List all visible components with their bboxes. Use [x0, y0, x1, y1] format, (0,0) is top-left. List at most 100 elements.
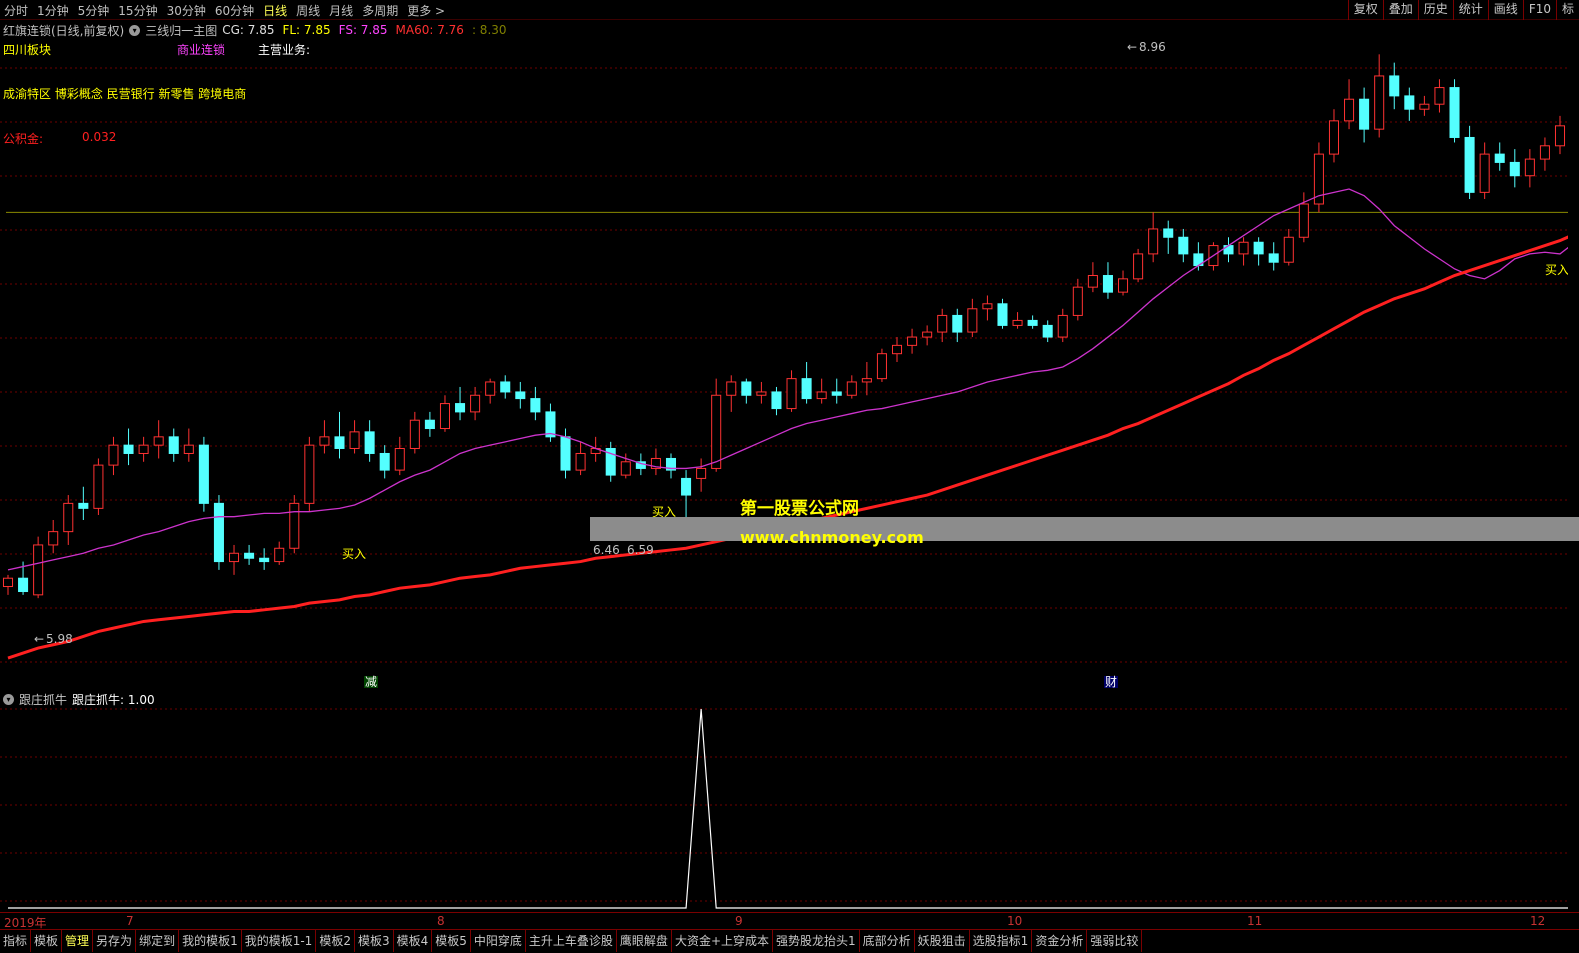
- candle-body: [575, 452, 586, 471]
- template-tab-20[interactable]: 强弱比较: [1087, 930, 1143, 952]
- template-tab-4[interactable]: 绑定到: [136, 930, 180, 952]
- candle-body: [1087, 275, 1098, 288]
- candle-body: [1359, 98, 1370, 130]
- period-tab-6[interactable]: 日线: [263, 2, 287, 19]
- template-tab-11[interactable]: 中阳穿底: [471, 930, 526, 952]
- tool-button-0[interactable]: 复权: [1347, 0, 1383, 20]
- candle-body: [304, 444, 315, 504]
- template-tab-12[interactable]: 主升上车叠诊股: [526, 930, 617, 952]
- candle-body: [756, 391, 767, 396]
- candle-body: [18, 577, 29, 593]
- candle-body: [364, 431, 375, 454]
- template-tab-9[interactable]: 模板4: [394, 930, 433, 952]
- candle-body: [1344, 98, 1355, 122]
- candle-body: [982, 303, 993, 310]
- template-tab-16[interactable]: 底部分析: [860, 930, 915, 952]
- candle-body: [1479, 153, 1490, 193]
- candle-body: [1238, 241, 1249, 255]
- candle-body: [213, 502, 224, 563]
- period-tab-5[interactable]: 60分钟: [215, 2, 254, 19]
- candle-body: [711, 394, 722, 469]
- candle-body: [1148, 228, 1159, 255]
- template-tab-1[interactable]: 模板: [31, 930, 63, 952]
- period-tab-3[interactable]: 15分钟: [118, 2, 157, 19]
- period-tab-4[interactable]: 30分钟: [167, 2, 206, 19]
- candle-body: [1389, 75, 1400, 97]
- candle-body: [63, 502, 74, 533]
- price-label-a: 6.46: [593, 543, 620, 557]
- tool-button-6[interactable]: 标: [1555, 0, 1579, 20]
- candle-body: [485, 381, 496, 396]
- x-axis: 2019年 7 8 9 10 11 12: [0, 912, 1579, 930]
- candle-body: [93, 464, 104, 509]
- period-tab-10[interactable]: 更多 >: [407, 2, 445, 19]
- candle-body: [997, 303, 1008, 326]
- indicator-info-line: 红旗连锁(日线,前复权) ▾ 三线归一主图 CG: 7.85 FL: 7.85 FS…: [3, 22, 507, 38]
- candle-body: [153, 436, 164, 446]
- formula-name[interactable]: 三线归一主图: [145, 22, 217, 39]
- candle-body: [1509, 161, 1520, 177]
- template-tab-5[interactable]: 我的模板1: [179, 930, 242, 952]
- template-tab-7[interactable]: 模板2: [316, 930, 355, 952]
- template-tab-10[interactable]: 模板5: [432, 930, 471, 952]
- dropdown-icon[interactable]: ▾: [129, 24, 141, 36]
- template-tab-8[interactable]: 模板3: [355, 930, 394, 952]
- candle-body: [696, 467, 707, 479]
- ma60-line: [7, 235, 1568, 660]
- tool-button-4[interactable]: 画线: [1487, 0, 1523, 20]
- tool-button-5[interactable]: F10: [1522, 0, 1556, 20]
- tool-button-1[interactable]: 叠加: [1382, 0, 1418, 20]
- price-label-b: 6.59: [627, 543, 654, 557]
- signal-chart[interactable]: [0, 689, 1568, 911]
- template-tab-13[interactable]: 鹰眼解盘: [617, 930, 672, 952]
- template-tab-19[interactable]: 资金分析: [1032, 930, 1088, 952]
- period-tab-8[interactable]: 月线: [329, 2, 353, 19]
- template-tab-14[interactable]: 大资金+上穿成本: [672, 930, 773, 952]
- candle-body: [1027, 319, 1038, 326]
- template-tab-3[interactable]: 另存为: [93, 930, 137, 952]
- template-tab-17[interactable]: 妖股狙击: [915, 930, 970, 952]
- x-axis-label: 12: [1530, 914, 1546, 928]
- template-tab-2[interactable]: 管理: [62, 930, 94, 952]
- candle-body: [801, 378, 812, 400]
- candle-body: [1012, 319, 1023, 326]
- candle-body: [1253, 241, 1264, 255]
- period-tab-2[interactable]: 5分钟: [78, 2, 110, 19]
- candle-body: [1223, 245, 1234, 255]
- buy-signal-label: 买入: [342, 547, 366, 561]
- candle-body: [1057, 314, 1068, 338]
- template-tab-18[interactable]: 选股指标1: [970, 930, 1033, 952]
- template-tab-0[interactable]: 指标: [0, 930, 32, 952]
- period-tab-9[interactable]: 多周期: [362, 2, 398, 19]
- x-axis-label: 11: [1247, 914, 1263, 928]
- marker-jian: 减: [365, 675, 377, 688]
- candle-body: [831, 391, 842, 396]
- candle-body: [937, 314, 948, 333]
- buy-signal-label: 买入: [1545, 263, 1568, 277]
- candle-body: [1539, 145, 1550, 160]
- candle-body: [244, 552, 255, 559]
- candle-body: [78, 502, 89, 509]
- high-price-label: 8.96: [1139, 40, 1166, 54]
- tool-button-2[interactable]: 历史: [1417, 0, 1453, 20]
- period-tab-0[interactable]: 分时: [4, 2, 28, 19]
- candle-body: [123, 444, 134, 454]
- candle-body: [1328, 120, 1340, 155]
- candle-body: [620, 461, 631, 476]
- candle-body: [1464, 136, 1475, 193]
- stock-title[interactable]: 红旗连锁(日线,前复权): [3, 22, 124, 39]
- candle-body: [530, 398, 541, 413]
- candle-body: [861, 378, 872, 383]
- period-tab-7[interactable]: 周线: [296, 2, 320, 19]
- tool-button-3[interactable]: 统计: [1452, 0, 1488, 20]
- candle-body: [349, 431, 360, 449]
- candlestick-chart[interactable]: ← 8.96← 5.986.46 6.59买入买入买入减财: [0, 38, 1568, 688]
- template-tab-15[interactable]: 强势股龙抬头1: [773, 930, 860, 952]
- candle-body: [1283, 236, 1294, 263]
- candle-body: [379, 452, 390, 471]
- candle-body: [319, 436, 330, 446]
- template-tab-6[interactable]: 我的模板1-1: [242, 930, 317, 952]
- period-tab-1[interactable]: 1分钟: [37, 2, 69, 19]
- arrow-icon: ←: [1127, 40, 1137, 54]
- candle-body: [289, 502, 300, 549]
